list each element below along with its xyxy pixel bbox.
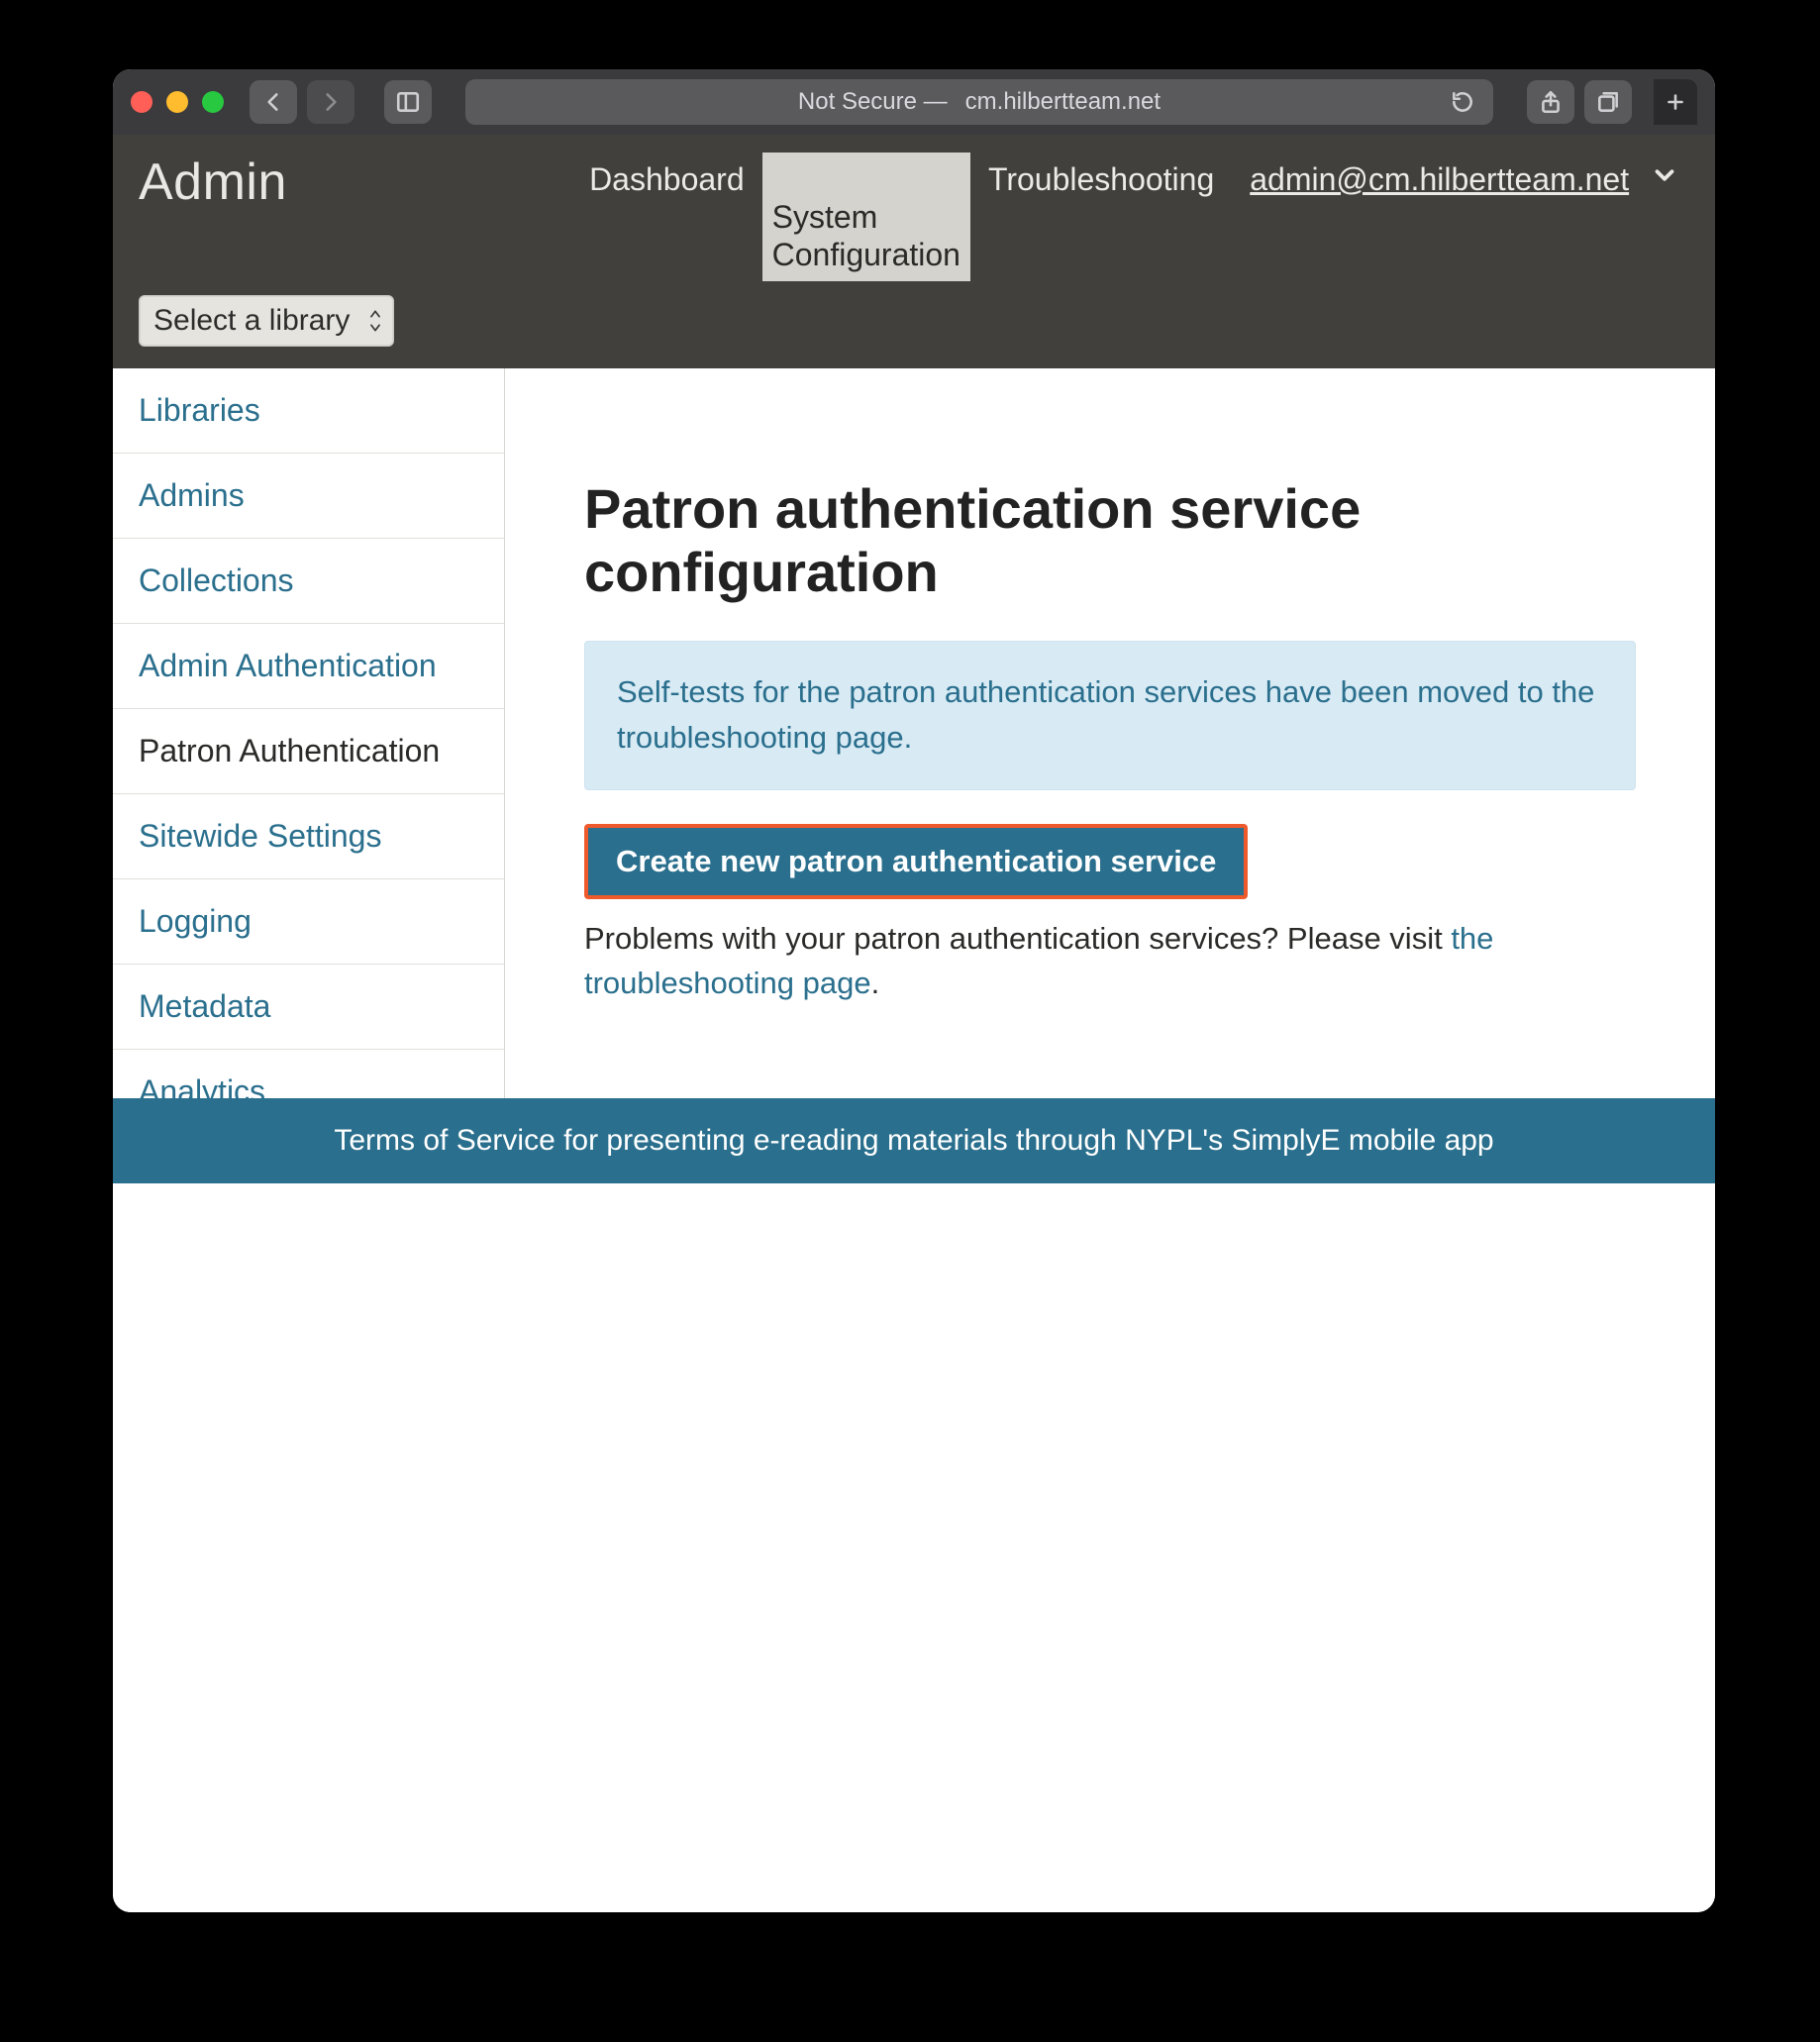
blank-area <box>113 1183 1715 1913</box>
sidebar-item-admins[interactable]: Admins <box>113 454 504 539</box>
footer-text: Terms of Service for presenting e-readin… <box>334 1124 1493 1157</box>
sidebar-item-collections[interactable]: Collections <box>113 539 504 624</box>
share-button[interactable] <box>1527 80 1574 124</box>
tab-troubleshooting[interactable]: Troubleshooting <box>978 153 1224 206</box>
tab-system-configuration[interactable]: System Configuration <box>762 153 970 281</box>
address-bar[interactable]: Not Secure — cm.hilbertteam.net <box>465 79 1493 125</box>
tabs-button[interactable] <box>1584 80 1632 124</box>
help-text-post: . <box>871 966 880 1000</box>
share-icon <box>1538 89 1564 115</box>
sidebar: Libraries Admins Collections Admin Authe… <box>113 368 505 1098</box>
reload-icon <box>1450 89 1475 115</box>
page-title: Patron authentication service configurat… <box>584 477 1636 605</box>
app-body: Libraries Admins Collections Admin Authe… <box>113 368 1715 1098</box>
sidebar-item-label: Admin Authentication <box>139 648 437 683</box>
sidebar-item-label: Logging <box>139 903 252 939</box>
sidebar-item-metadata[interactable]: Metadata <box>113 965 504 1050</box>
tabs-icon <box>1595 89 1621 115</box>
maximize-window-button[interactable] <box>202 91 224 113</box>
chevron-right-icon <box>318 89 344 115</box>
sidebar-item-sitewide-settings[interactable]: Sitewide Settings <box>113 794 504 879</box>
window-controls <box>131 91 224 113</box>
minimize-window-button[interactable] <box>166 91 188 113</box>
sidebar-item-label: Metadata <box>139 988 270 1024</box>
sidebar-item-label: Admins <box>139 477 245 513</box>
main-content: Patron authentication service configurat… <box>505 368 1715 1098</box>
browser-window: Not Secure — cm.hilbertteam.net <box>113 69 1715 1912</box>
sidebar-icon <box>395 89 421 115</box>
sidebar-item-label: Libraries <box>139 392 260 428</box>
footer-banner[interactable]: Terms of Service for presenting e-readin… <box>113 1098 1715 1183</box>
user-menu-toggle[interactable] <box>1650 160 1679 190</box>
app-header: Admin Dashboard System Configuration Tro… <box>113 135 1715 368</box>
address-host: cm.hilbertteam.net <box>965 88 1161 116</box>
select-stepper-icon <box>367 308 383 334</box>
sidebar-toggle-button[interactable] <box>384 80 432 124</box>
tab-label: Dashboard <box>589 161 745 197</box>
help-text-pre: Problems with your patron authentication… <box>584 921 1451 956</box>
create-service-button[interactable]: Create new patron authentication service <box>584 824 1248 899</box>
sidebar-item-label: Patron Authentication <box>139 733 440 768</box>
new-tab-button[interactable] <box>1654 79 1697 125</box>
tab-label: System Configuration <box>772 199 961 272</box>
info-banner: Self-tests for the patron authentication… <box>584 641 1636 790</box>
tab-label: Troubleshooting <box>988 161 1214 197</box>
library-select[interactable]: Select a library <box>139 295 394 347</box>
sidebar-item-patron-authentication[interactable]: Patron Authentication <box>113 709 504 794</box>
sidebar-item-logging[interactable]: Logging <box>113 879 504 965</box>
titlebar: Not Secure — cm.hilbertteam.net <box>113 69 1715 135</box>
library-select-value: Select a library <box>153 304 350 338</box>
sidebar-item-admin-authentication[interactable]: Admin Authentication <box>113 624 504 709</box>
chevron-left-icon <box>260 89 286 115</box>
user-menu[interactable]: admin@cm.hilbertteam.net <box>1250 161 1629 197</box>
forward-button[interactable] <box>307 80 354 124</box>
help-text: Problems with your patron authentication… <box>584 917 1636 1006</box>
chevron-down-icon <box>1650 160 1679 190</box>
security-label: Not Secure — <box>798 88 948 116</box>
close-window-button[interactable] <box>131 91 152 113</box>
reload-button[interactable] <box>1450 89 1475 115</box>
back-button[interactable] <box>250 80 297 124</box>
plus-icon <box>1663 89 1688 115</box>
sidebar-item-label: Collections <box>139 562 294 598</box>
sidebar-item-libraries[interactable]: Libraries <box>113 368 504 454</box>
sidebar-item-label: Sitewide Settings <box>139 818 381 854</box>
tab-dashboard[interactable]: Dashboard <box>579 153 755 206</box>
brand-title: Admin <box>139 153 287 212</box>
